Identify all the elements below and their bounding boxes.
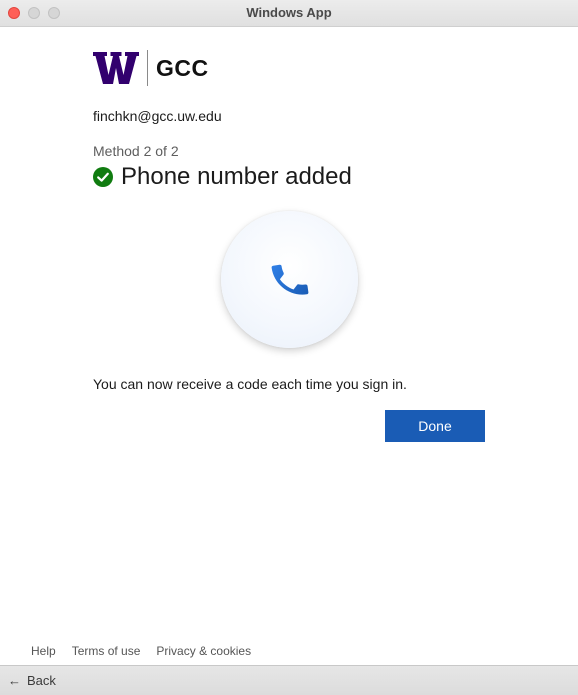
account-email: finchkn@gcc.uw.edu [93,108,222,124]
status-heading-row: Phone number added [93,163,352,191]
phone-illustration [221,211,358,348]
back-label: Back [27,673,56,688]
done-button[interactable]: Done [385,410,485,442]
window-title: Windows App [246,5,332,20]
brand-header: GCC [93,48,209,88]
phone-icon [271,264,308,295]
page-title: Phone number added [121,163,352,190]
check-circle-icon [93,167,113,187]
footer-links: Help Terms of use Privacy & cookies [31,644,251,658]
back-arrow-icon: ← [8,672,21,688]
terms-of-use-link[interactable]: Terms of use [72,644,141,658]
help-link[interactable]: Help [31,644,56,658]
confirmation-message: You can now receive a code each time you… [93,376,407,392]
logo-divider [147,50,148,86]
back-button[interactable]: ← Back [8,673,56,688]
window-titlebar: Windows App [0,0,578,27]
bottom-toolbar: ← Back [0,665,578,695]
privacy-cookies-link[interactable]: Privacy & cookies [156,644,251,658]
method-progress: Method 2 of 2 [93,143,179,159]
org-name: GCC [156,54,209,81]
uw-w-logo-icon [93,52,139,84]
